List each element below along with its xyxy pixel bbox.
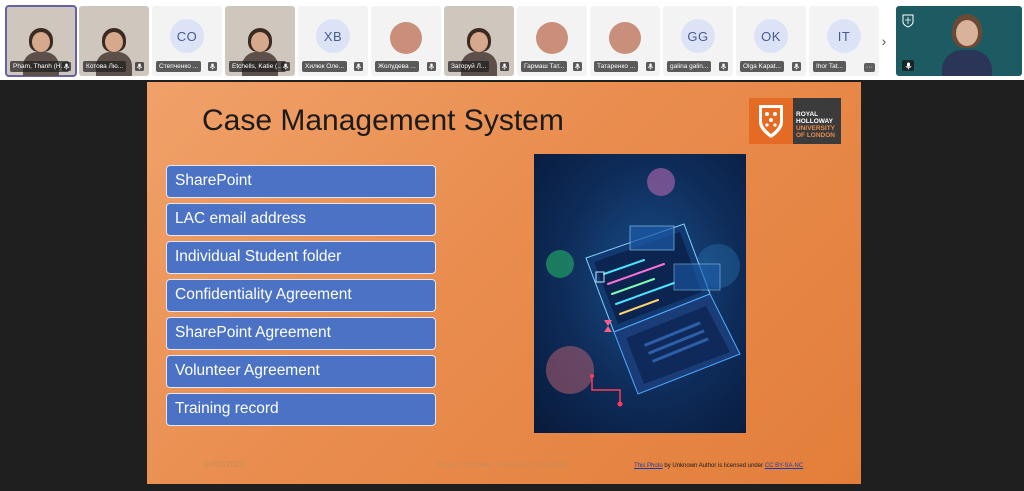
image-credit-license-link[interactable]: CC BY-SA-NC (765, 463, 803, 469)
microphone-icon (500, 62, 509, 71)
participant-tile[interactable]: Pham, Thanh (H... (5, 5, 77, 77)
participant-name: galina galin... (667, 61, 712, 72)
slide-item: Individual Student folder (166, 241, 436, 274)
participant-tile[interactable]: Гармаш Тат... (517, 6, 587, 76)
participant-name: Котова Лю... (83, 61, 127, 72)
participant-initials-avatar: XB (316, 19, 350, 53)
participant-name: Татаренко ... (594, 61, 639, 72)
university-crest-icon (902, 14, 914, 28)
crest-icon (749, 98, 793, 144)
microphone-icon (62, 62, 71, 71)
slide-item: SharePoint Agreement (166, 317, 436, 350)
participant-tile[interactable]: OK Olga Kapat... (736, 6, 806, 76)
presenter-person (940, 12, 994, 76)
participant-name: Pham, Thanh (H... (10, 61, 69, 72)
presenter-video[interactable] (896, 6, 1022, 76)
participant-strip: Pham, Thanh (H... Котова Лю... CO Степченко… (0, 0, 1024, 80)
microphone-icon (135, 62, 144, 71)
slide-item-list: SharePoint LAC email address Individual St… (166, 165, 436, 431)
participant-tile[interactable]: Etchells, Katie (... (225, 6, 295, 76)
participant-tile[interactable]: Котова Лю... (79, 6, 149, 76)
participant-tile[interactable]: Татаренко ... (590, 6, 660, 76)
royal-holloway-logo: ROYAL HOLLOWAY UNIVERSITY OF LONDON (749, 98, 841, 144)
participant-tile[interactable]: Жолудева ... (371, 6, 441, 76)
participant-initials-avatar: IT (827, 19, 861, 53)
microphone-icon (792, 62, 801, 71)
slide-item: Training record (166, 393, 436, 426)
microphone-icon (573, 62, 582, 71)
participant-tile[interactable]: GG galina galin... (663, 6, 733, 76)
microphone-icon (427, 62, 436, 71)
participant-name: Загоруй Л... (448, 61, 490, 72)
microphone-icon (646, 62, 655, 71)
slide-item: Volunteer Agreement (166, 355, 436, 388)
participant-tile[interactable]: IT Ihor Tat... ··· (809, 6, 879, 76)
chevron-right-icon[interactable]: › (877, 30, 891, 52)
participant-name: Гармаш Тат... (521, 61, 568, 72)
slide-item: Confidentiality Agreement (166, 279, 436, 312)
participant-photo-avatar (390, 22, 422, 54)
slide-item: LAC email address (166, 203, 436, 236)
participant-name: Жолудева ... (375, 61, 419, 72)
laptop-code-illustration (534, 154, 746, 433)
participant-photo-avatar (536, 22, 568, 54)
participant-initials-avatar: GG (681, 19, 715, 53)
microphone-icon (719, 62, 728, 71)
microphone-icon (354, 62, 363, 71)
teams-meeting-window: Pham, Thanh (H... Котова Лю... CO Степченко… (0, 0, 1024, 491)
image-credit: This Photo by Unknown Author is licensed… (634, 463, 803, 469)
slide-footer-date: 00/00/2023 (204, 460, 245, 469)
participant-tile[interactable]: Загоруй Л... (444, 6, 514, 76)
participant-name: Olga Kapat... (740, 61, 784, 72)
participant-name: Степченко ... (156, 61, 202, 72)
microphone-icon (281, 62, 290, 71)
microphone-icon (902, 60, 914, 71)
participant-initials-avatar: CO (170, 19, 204, 53)
image-credit-link-photo[interactable]: This Photo (634, 463, 663, 469)
participant-tile[interactable]: CO Степченко ... (152, 6, 222, 76)
microphone-icon (208, 62, 217, 71)
participant-name: Хилюк Оле... (302, 61, 348, 72)
participant-name: Ihor Tat... (813, 61, 846, 72)
slide-item: SharePoint (166, 165, 436, 198)
participant-photo-avatar (609, 22, 641, 54)
more-options-icon[interactable]: ··· (864, 63, 875, 72)
slide-title: Case Management System (202, 104, 564, 137)
slide-footer-institution: Royal Holloway, University of London (437, 460, 569, 469)
participant-initials-avatar: OK (754, 19, 788, 53)
participant-name: Etchells, Katie (... (229, 61, 286, 72)
shared-slide: Case Management System ROYAL HOLLOWAY UN… (147, 82, 861, 484)
participant-tile[interactable]: XB Хилюк Оле... (298, 6, 368, 76)
image-credit-text: by Unknown Author is licensed under (662, 463, 765, 469)
